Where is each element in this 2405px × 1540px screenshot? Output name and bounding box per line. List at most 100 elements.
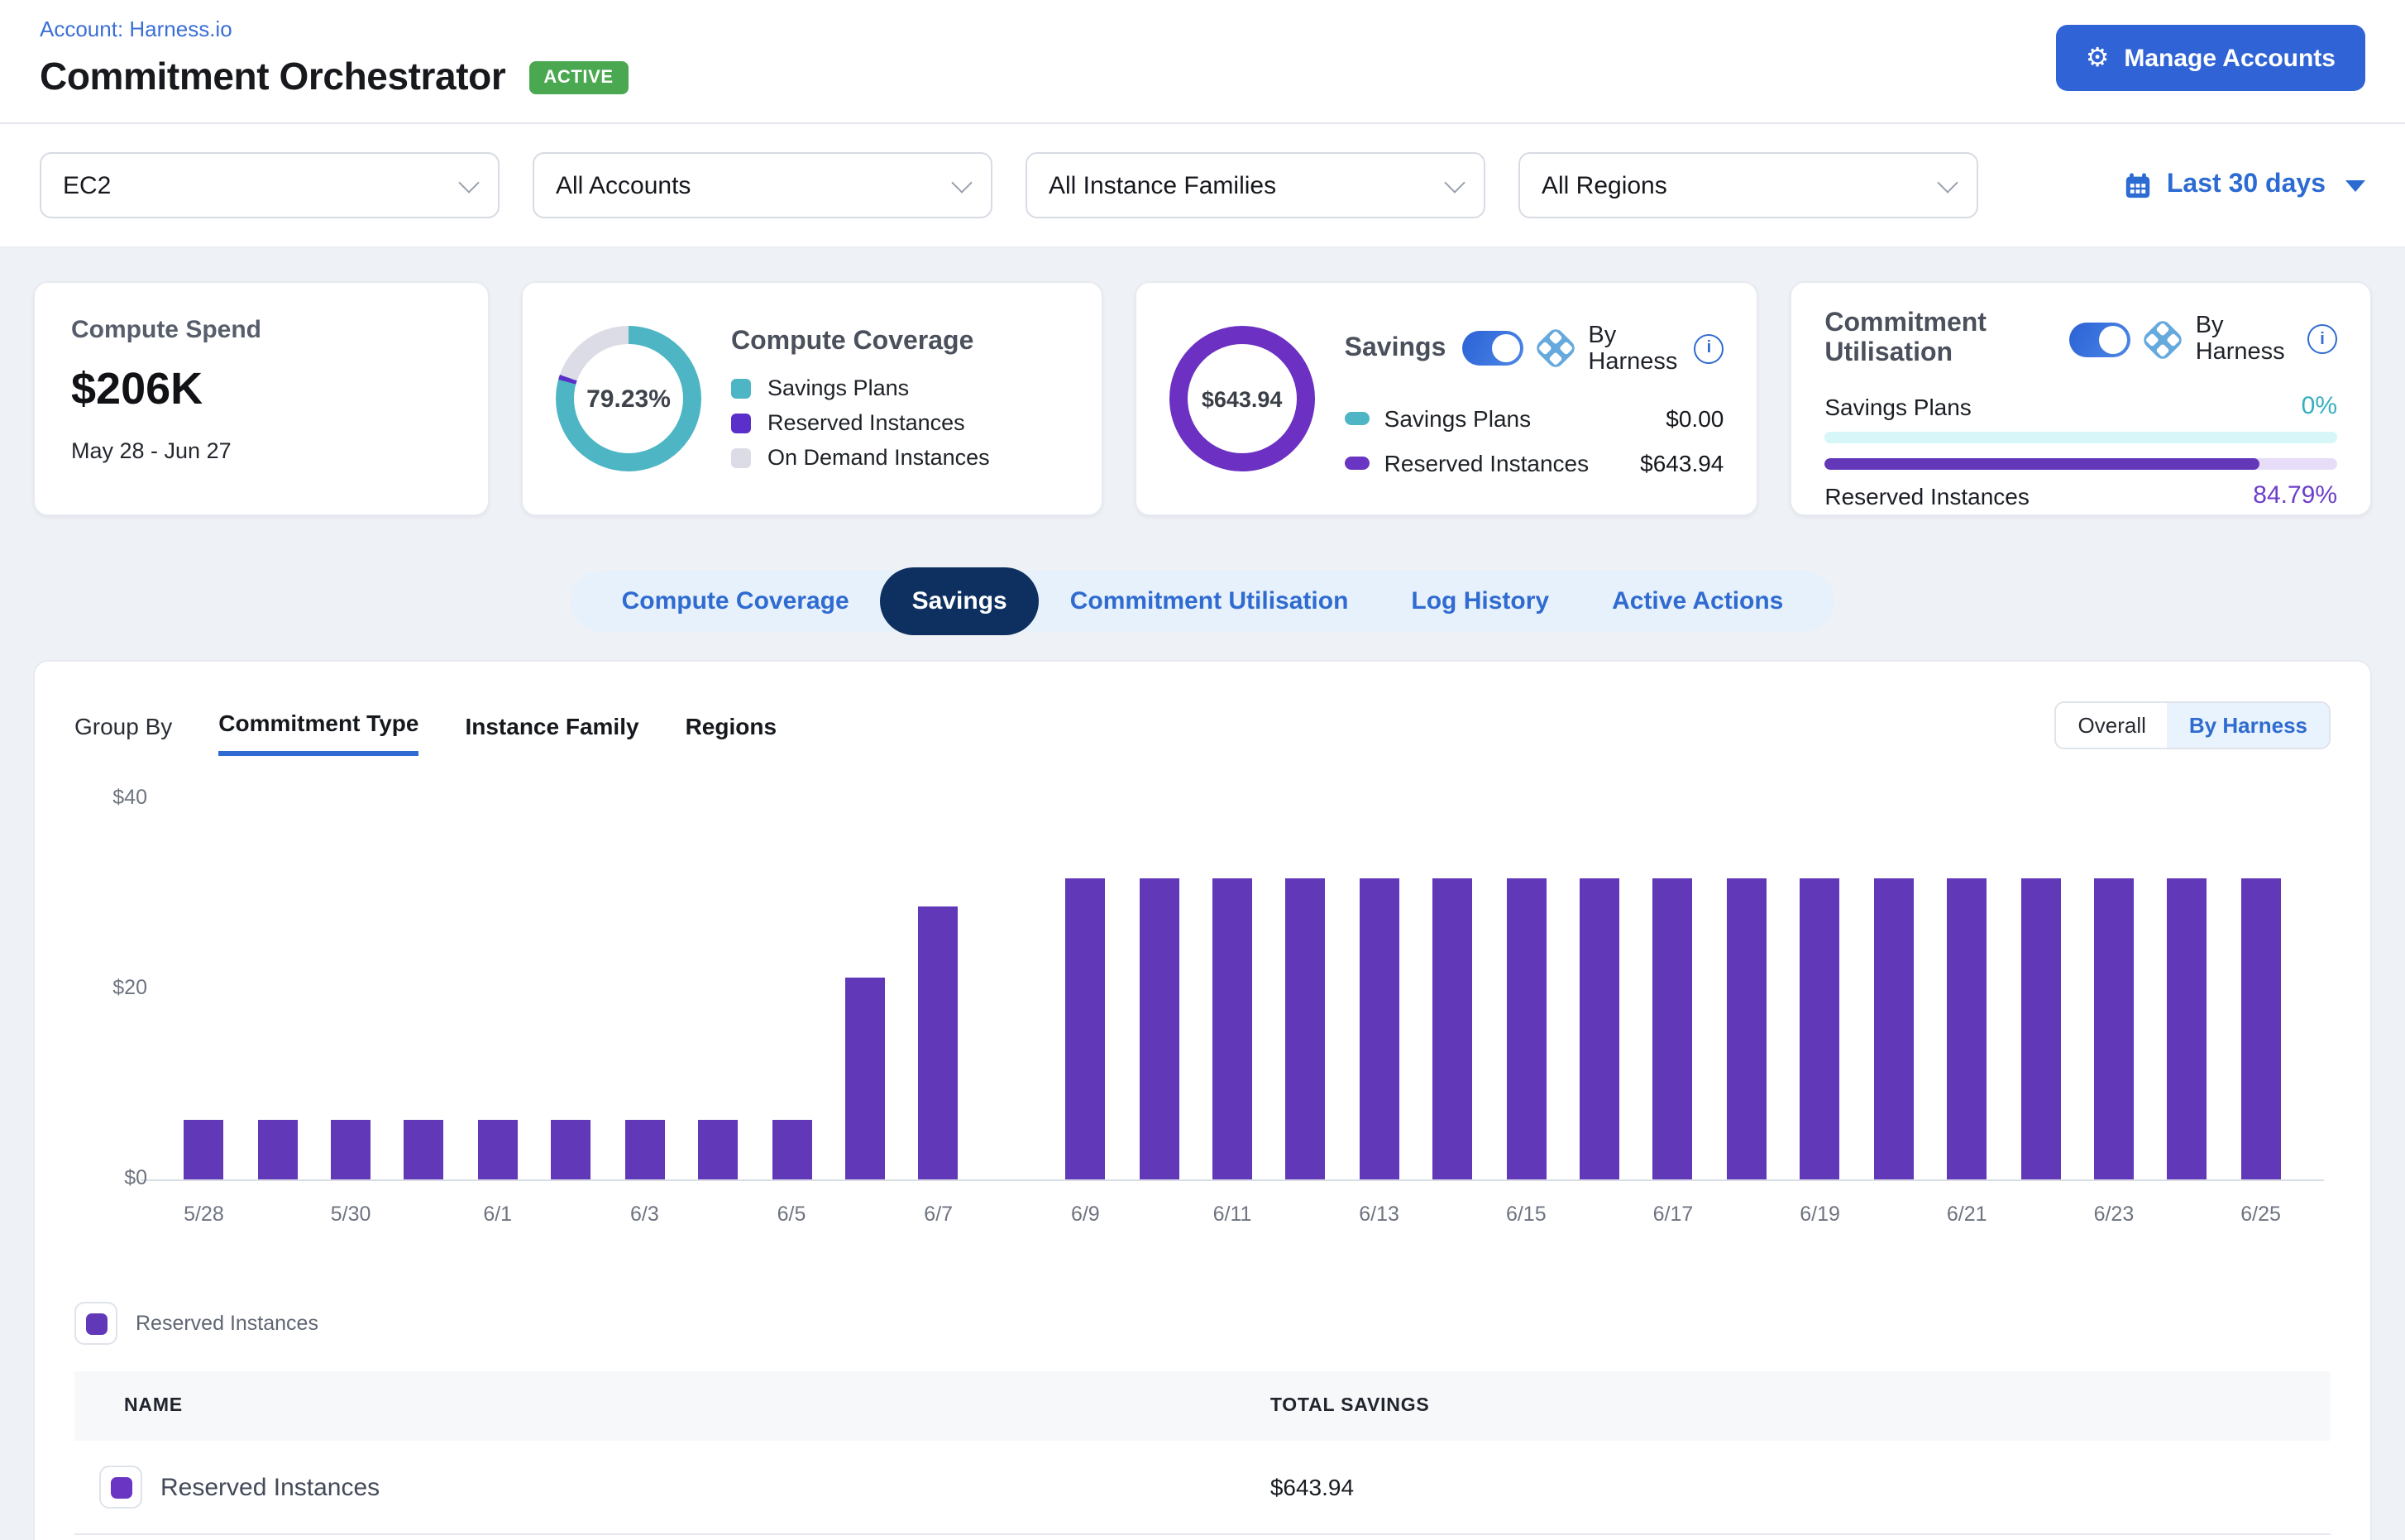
info-icon[interactable]: [2307, 324, 2337, 354]
chart-legend: Reserved Instances: [74, 1302, 2331, 1345]
service-filter-select[interactable]: EC2: [40, 152, 500, 218]
info-icon[interactable]: [1694, 333, 1724, 363]
chevron-down-icon: [1937, 171, 1958, 192]
chart-bar: [1580, 879, 1619, 1179]
tab-savings[interactable]: Savings: [881, 567, 1039, 635]
compute-spend-value: $206K: [71, 364, 452, 415]
legend-item: On Demand Instances: [731, 445, 990, 470]
chart-bar: [1065, 879, 1105, 1179]
x-axis-line: [141, 1179, 2324, 1181]
x-tick-label: 6/7: [924, 1203, 953, 1226]
chart-bar: [1212, 879, 1252, 1179]
group-by-commitment-type[interactable]: Commitment Type: [218, 710, 418, 756]
savings-card: $643.94 Savings By Harness Savings Plans…: [1135, 281, 1759, 516]
group-by-instance-family[interactable]: Instance Family: [465, 712, 638, 753]
compute-coverage-card: 79.23% Compute Coverage Savings Plans Re…: [521, 281, 1103, 516]
page-title: Commitment Orchestrator: [40, 55, 505, 99]
savings-plans-swatch: [1345, 411, 1370, 424]
reserved-instances-percent: 84.79%: [2253, 481, 2337, 509]
group-by-regions[interactable]: Regions: [686, 712, 777, 753]
row-label: Savings Plans: [1384, 404, 1531, 431]
row-value: $0.00: [1666, 404, 1724, 431]
chart-bar: [919, 906, 959, 1179]
x-tick-label: 6/13: [1359, 1203, 1399, 1226]
x-tick-label: 6/1: [483, 1203, 512, 1226]
savings-donut-chart: $643.94: [1169, 326, 1315, 471]
chart-bar: [2094, 879, 2134, 1179]
x-tick-label: 5/30: [331, 1203, 371, 1226]
chart-bar: [257, 1121, 297, 1179]
chart-bar: [184, 1121, 223, 1179]
savings-title: Savings: [1345, 333, 1446, 363]
accounts-filter-select[interactable]: All Accounts: [533, 152, 992, 218]
tab-commitment-utilisation[interactable]: Commitment Utilisation: [1039, 587, 1380, 615]
date-range-picker[interactable]: Last 30 days: [2124, 170, 2365, 200]
chart-bar: [1800, 879, 1840, 1179]
tab-active-actions[interactable]: Active Actions: [1580, 587, 1815, 615]
chart-bar: [772, 1121, 811, 1179]
by-harness-toggle[interactable]: [2070, 322, 2131, 356]
reserved-instances-swatch: [110, 1476, 131, 1498]
table-row[interactable]: Reserved Instances $643.94: [74, 1441, 2331, 1535]
x-tick-label: 6/19: [1800, 1203, 1840, 1226]
accounts-filter-value: All Accounts: [556, 171, 691, 199]
caret-down-icon: [2345, 179, 2365, 191]
x-tick-label: 6/25: [2240, 1203, 2281, 1226]
on-demand-swatch: [731, 447, 751, 467]
x-tick-label: 6/3: [630, 1203, 659, 1226]
filter-bar: EC2 All Accounts All Instance Families A…: [0, 124, 2405, 248]
legend-item: Savings Plans: [731, 375, 990, 400]
chart-bar: [1653, 879, 1693, 1179]
y-tick-label: $40: [74, 786, 147, 809]
gear-icon: ⚙: [2086, 45, 2110, 71]
chart-bar: [1286, 879, 1326, 1179]
account-breadcrumb-link[interactable]: Account: Harness.io: [40, 17, 2365, 41]
savings-plans-percent: 0%: [2302, 392, 2337, 420]
status-badge: ACTIVE: [528, 60, 628, 93]
legend-label: On Demand Instances: [767, 445, 990, 470]
chart-bar: [1360, 879, 1399, 1179]
chart-bar: [624, 1121, 664, 1179]
tab-compute-coverage[interactable]: Compute Coverage: [590, 587, 881, 615]
compute-coverage-title: Compute Coverage: [731, 328, 990, 357]
manage-accounts-button[interactable]: ⚙ Manage Accounts: [2056, 25, 2365, 91]
chart-bar: [1139, 879, 1179, 1179]
tab-log-history[interactable]: Log History: [1379, 587, 1580, 615]
x-tick-label: 6/11: [1213, 1203, 1252, 1226]
x-tick-label: 6/15: [1506, 1203, 1547, 1226]
kpi-cards-row: Compute Spend $206K May 28 - Jun 27 79.2…: [0, 248, 2405, 549]
chart-bar: [1873, 879, 1913, 1179]
x-tick-label: 5/28: [184, 1203, 224, 1226]
savings-plans-row: Savings Plans $0.00: [1345, 404, 1724, 431]
service-filter-value: EC2: [63, 171, 111, 199]
chart-bar: [2241, 879, 2281, 1179]
chart-bar: [2020, 879, 2060, 1179]
view-toggle-by-harness[interactable]: By Harness: [2168, 703, 2329, 748]
chart-bar: [1947, 879, 1987, 1179]
reserved-instances-row: Reserved Instances $643.94: [1345, 449, 1724, 476]
regions-filter-select[interactable]: All Regions: [1518, 152, 1978, 218]
instance-families-filter-value: All Instance Families: [1049, 171, 1276, 199]
instance-families-filter-select[interactable]: All Instance Families: [1026, 152, 1485, 218]
view-toggle-overall[interactable]: Overall: [2057, 703, 2168, 748]
compute-spend-title: Compute Spend: [71, 316, 452, 344]
row-name: Reserved Instances: [160, 1473, 380, 1501]
harness-logo-icon: [1534, 326, 1579, 371]
reserved-instances-progress-fill: [1824, 458, 2259, 470]
chart-bar: [331, 1121, 371, 1179]
by-harness-label: By Harness: [2196, 313, 2291, 366]
commitment-utilisation-title: Commitment Utilisation: [1824, 309, 2053, 369]
chart-bar: [478, 1121, 518, 1179]
y-tick-label: $20: [74, 976, 147, 999]
legend-label: Savings Plans: [767, 375, 909, 400]
chart-bar: [845, 978, 885, 1179]
harness-logo-icon: [2141, 317, 2186, 361]
by-harness-label: By Harness: [1588, 322, 1677, 375]
section-tabs: Compute Coverage Savings Commitment Util…: [0, 571, 2405, 632]
reserved-instances-swatch: [1345, 456, 1370, 469]
reserved-instances-progress-bar: [1824, 458, 2337, 470]
chevron-down-icon: [1444, 171, 1465, 192]
compute-spend-card: Compute Spend $206K May 28 - Jun 27: [33, 281, 490, 516]
table-header: NAME TOTAL SAVINGS: [74, 1371, 2331, 1441]
by-harness-toggle[interactable]: [1462, 331, 1523, 366]
